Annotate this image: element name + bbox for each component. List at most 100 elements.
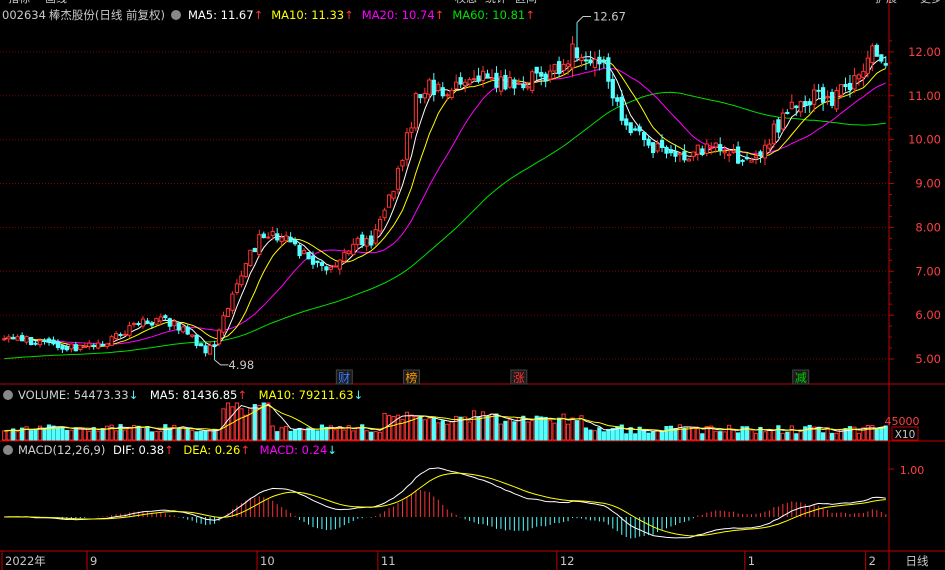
top-tab[interactable]: 指标 xyxy=(8,0,30,5)
candle xyxy=(785,109,790,115)
candle-body xyxy=(637,126,642,132)
candle xyxy=(51,336,56,346)
candle-body xyxy=(207,345,213,355)
volume-bar xyxy=(624,433,629,441)
candle xyxy=(42,338,47,345)
candle-body xyxy=(288,236,293,243)
candle-body xyxy=(615,97,620,102)
candle xyxy=(100,340,105,346)
volume-bar xyxy=(292,429,298,441)
price-tick-label: 8.00 xyxy=(915,220,941,234)
candle-body xyxy=(454,81,459,90)
candle xyxy=(445,92,450,101)
candle-body xyxy=(386,194,392,208)
macd-axis-tick: 1.00 xyxy=(900,464,925,477)
candle-body xyxy=(136,323,141,326)
volume-bar xyxy=(664,426,669,441)
candle xyxy=(378,215,383,236)
candle xyxy=(642,131,647,147)
top-tabs[interactable]: 指标 画线 权息 统计 区间 扩展 更多 xyxy=(8,0,942,5)
volume-bar xyxy=(64,429,69,441)
volume-bar xyxy=(351,430,356,441)
volume-bar xyxy=(96,430,101,441)
candle-body xyxy=(574,47,580,59)
dif-arrow: ↑ xyxy=(164,443,174,457)
candle xyxy=(386,193,392,208)
volume-bar xyxy=(655,430,660,441)
candle-body xyxy=(650,142,656,154)
volume-bar xyxy=(525,421,530,441)
event-badges[interactable]: 财榜涨减 xyxy=(335,369,810,385)
candle-body xyxy=(821,87,826,103)
candle-body xyxy=(695,144,700,155)
candle-body xyxy=(427,79,432,95)
candle-body xyxy=(369,235,374,246)
ma-arrow: ↑ xyxy=(435,8,445,22)
candle-body xyxy=(122,333,128,336)
candle xyxy=(539,66,544,86)
volume-bar xyxy=(476,416,481,441)
volume-bar xyxy=(69,429,74,441)
candle xyxy=(803,95,808,114)
candle-body xyxy=(718,144,723,151)
top-tab[interactable]: 统计 xyxy=(485,0,507,5)
macd-dropdown-icon[interactable] xyxy=(3,445,13,455)
candle xyxy=(413,91,419,132)
candle-body xyxy=(485,73,490,79)
chart-frames xyxy=(0,0,945,570)
volume-bar xyxy=(798,429,803,441)
volume-bar xyxy=(181,426,186,441)
candle xyxy=(105,342,110,349)
candle xyxy=(471,69,477,82)
candle-body xyxy=(624,118,629,126)
candle-body xyxy=(521,83,526,89)
stock-name: 棒杰股份 xyxy=(49,8,95,22)
volume-bar xyxy=(570,417,575,441)
candle-body xyxy=(422,92,427,99)
top-tab[interactable]: 区间 xyxy=(515,0,537,5)
candle xyxy=(512,77,517,96)
candle xyxy=(556,56,562,78)
period-label[interactable]: 日线 xyxy=(906,554,929,568)
ma-value: 11.67 xyxy=(221,8,254,22)
candle xyxy=(400,159,405,172)
candle xyxy=(337,259,342,275)
volume-bar xyxy=(185,428,190,441)
top-tab-label: 区间 xyxy=(515,0,537,5)
candle xyxy=(700,145,705,157)
price-header: 002634 棒杰股份(日线 前复权) MA5: 11.67↑ MA10: 11.3… xyxy=(2,8,535,22)
candle xyxy=(534,66,539,81)
volume-bar xyxy=(821,432,826,441)
candle-body xyxy=(561,63,566,72)
date-label: 11 xyxy=(381,554,396,568)
candle-body xyxy=(785,111,790,114)
candle-body xyxy=(203,345,208,354)
candle xyxy=(252,247,257,253)
top-tab[interactable]: 画线 xyxy=(45,0,67,5)
macd-title: MACD(12,26,9) xyxy=(18,443,105,457)
chart-mode: (日线 前复权) xyxy=(95,8,165,22)
date-label: 9 xyxy=(90,554,97,568)
volume-bar xyxy=(297,427,302,441)
volume-bar xyxy=(163,424,168,441)
candle-body xyxy=(324,266,329,271)
candle xyxy=(346,249,351,256)
volume-dropdown-icon[interactable] xyxy=(3,390,13,400)
candle-body xyxy=(838,84,844,96)
top-tab[interactable]: 扩展 xyxy=(875,0,897,5)
candle-body xyxy=(33,342,38,345)
candle-body xyxy=(15,336,20,341)
top-tab-label: 统计 xyxy=(485,0,507,5)
volume-bar xyxy=(601,431,606,441)
volume-bar xyxy=(207,429,213,441)
candle-body xyxy=(194,334,199,346)
header-dropdown-icon[interactable] xyxy=(171,10,181,20)
volume-bar xyxy=(136,425,141,441)
top-tab[interactable]: 权息 xyxy=(455,0,477,5)
volume-bar xyxy=(364,430,369,441)
candle-body xyxy=(190,334,195,337)
candle-body xyxy=(279,237,284,242)
top-tab[interactable]: 更多 xyxy=(920,0,942,5)
candle xyxy=(46,336,52,346)
candle xyxy=(225,307,231,318)
